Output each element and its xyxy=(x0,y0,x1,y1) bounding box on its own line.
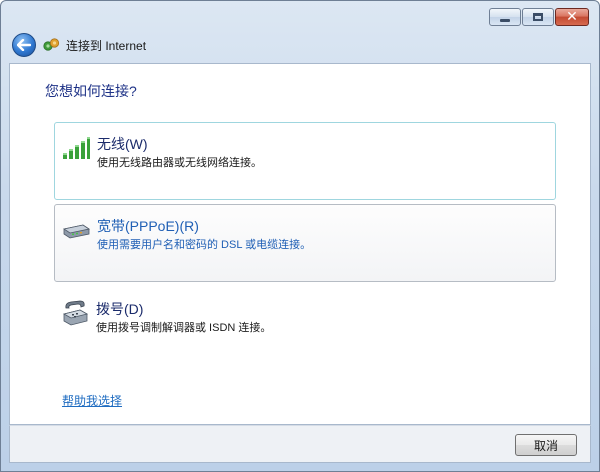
option-wireless-description: 使用无线路由器或无线网络连接。 xyxy=(97,157,262,169)
network-connection-icon xyxy=(43,38,60,51)
minimize-icon xyxy=(500,18,510,22)
option-broadband-title: 宽带(PPPoE)(R) xyxy=(97,218,199,234)
option-dialup[interactable]: 拨号(D) 使用拨号调制解调器或 ISDN 连接。 xyxy=(54,288,556,366)
back-button[interactable] xyxy=(12,33,36,57)
option-wireless-title: 无线(W) xyxy=(97,136,148,152)
page-heading: 您想如何连接? xyxy=(45,83,137,99)
help-me-choose-link[interactable]: 帮助我选择 xyxy=(62,392,122,409)
maximize-button[interactable] xyxy=(522,8,554,26)
option-dialup-title: 拨号(D) xyxy=(96,301,144,317)
dialup-phone-icon xyxy=(62,300,89,326)
close-button[interactable]: ✕ xyxy=(555,8,589,26)
option-broadband[interactable]: 宽带(PPPoE)(R) 使用需要用户名和密码的 DSL 或电缆连接。 xyxy=(54,204,556,282)
option-dialup-description: 使用拨号调制解调器或 ISDN 连接。 xyxy=(96,322,272,334)
window-title: 连接到 Internet xyxy=(66,39,147,53)
wireless-signal-icon xyxy=(63,137,90,159)
cancel-button[interactable]: 取消 xyxy=(515,434,577,456)
option-wireless[interactable]: 无线(W) 使用无线路由器或无线网络连接。 xyxy=(54,122,556,200)
minimize-button[interactable] xyxy=(489,8,521,26)
caption-buttons: ✕ xyxy=(489,8,589,26)
close-icon: ✕ xyxy=(566,9,578,25)
connect-to-internet-window: ✕ 连接到 Internet 您想如何连接? 无线(W) 使用无线路由器或无线网… xyxy=(0,0,600,472)
maximize-icon xyxy=(533,13,543,21)
footer-bar: 取消 xyxy=(9,425,591,463)
back-arrow-icon xyxy=(17,39,31,51)
option-broadband-description: 使用需要用户名和密码的 DSL 或电缆连接。 xyxy=(97,239,312,251)
broadband-modem-icon xyxy=(62,224,91,239)
content-panel: 您想如何连接? 无线(W) 使用无线路由器或无线网络连接。 宽带(PPPoE)(… xyxy=(9,63,591,425)
